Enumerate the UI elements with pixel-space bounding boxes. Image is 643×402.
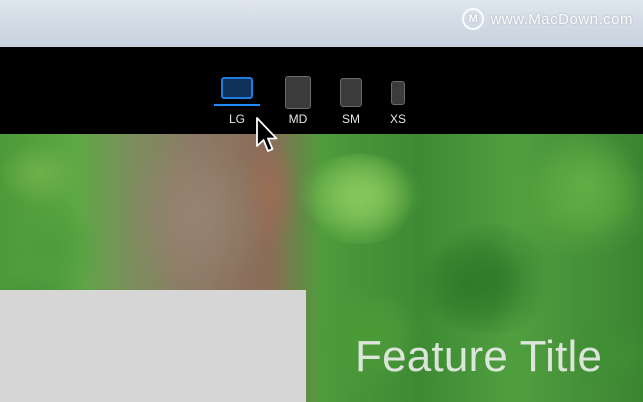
device-toolbar: LG MD SM XS [0,47,643,134]
watermark-text: www.MacDown.com [490,10,633,28]
top-bar: M www.MacDown.com [0,0,643,47]
tree-canopy [0,194,100,304]
tree-canopy [520,134,643,234]
phone-icon [340,78,362,107]
watermark: M www.MacDown.com [462,6,633,32]
device-label-lg: LG [228,112,245,126]
dirt-path [120,134,270,294]
device-label-md: MD [288,112,308,126]
watermark-logo-icon: M [462,8,485,30]
tree-canopy [420,224,560,334]
arrow-cursor-icon [256,117,278,152]
tree-canopy [300,154,420,244]
content-panel [0,290,306,402]
device-label-sm: SM [342,112,360,126]
feature-title: Feature Title [355,332,603,381]
selected-indicator [214,104,260,106]
tablet-icon [285,76,311,109]
device-label-xs: XS [389,112,406,126]
device-button-md[interactable]: MD [284,47,312,134]
device-button-sm[interactable]: SM [340,47,362,134]
device-button-lg[interactable]: LG [213,47,261,134]
laptop-icon [221,77,253,99]
hero-image: Feature Title [0,134,643,402]
small-phone-icon [391,81,405,105]
device-button-xs[interactable]: XS [390,47,406,134]
